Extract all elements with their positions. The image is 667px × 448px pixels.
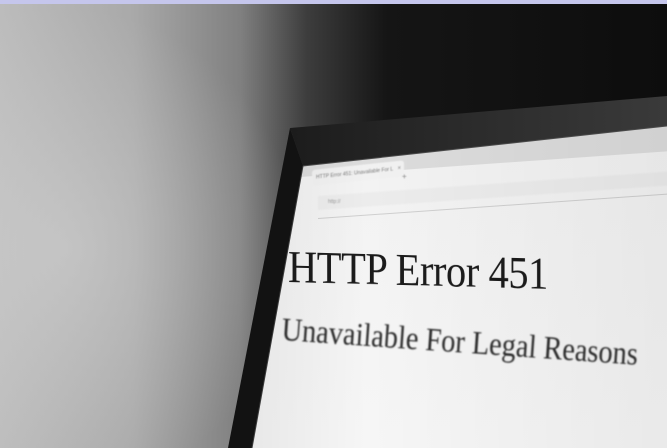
page-subtitle: Unavailable For Legal Reasons — [280, 312, 640, 373]
close-icon[interactable]: × — [397, 161, 401, 177]
photo: HTTP Error 451: Unavailable For L × + ht… — [0, 0, 667, 448]
new-tab-icon[interactable]: + — [402, 172, 412, 182]
page-title: HTTP Error 451 — [288, 241, 548, 299]
browser-tab-title: HTTP Error 451: Unavailable For L — [316, 166, 394, 181]
address-text: http:// — [328, 199, 341, 205]
wall-glow — [0, 4, 300, 448]
